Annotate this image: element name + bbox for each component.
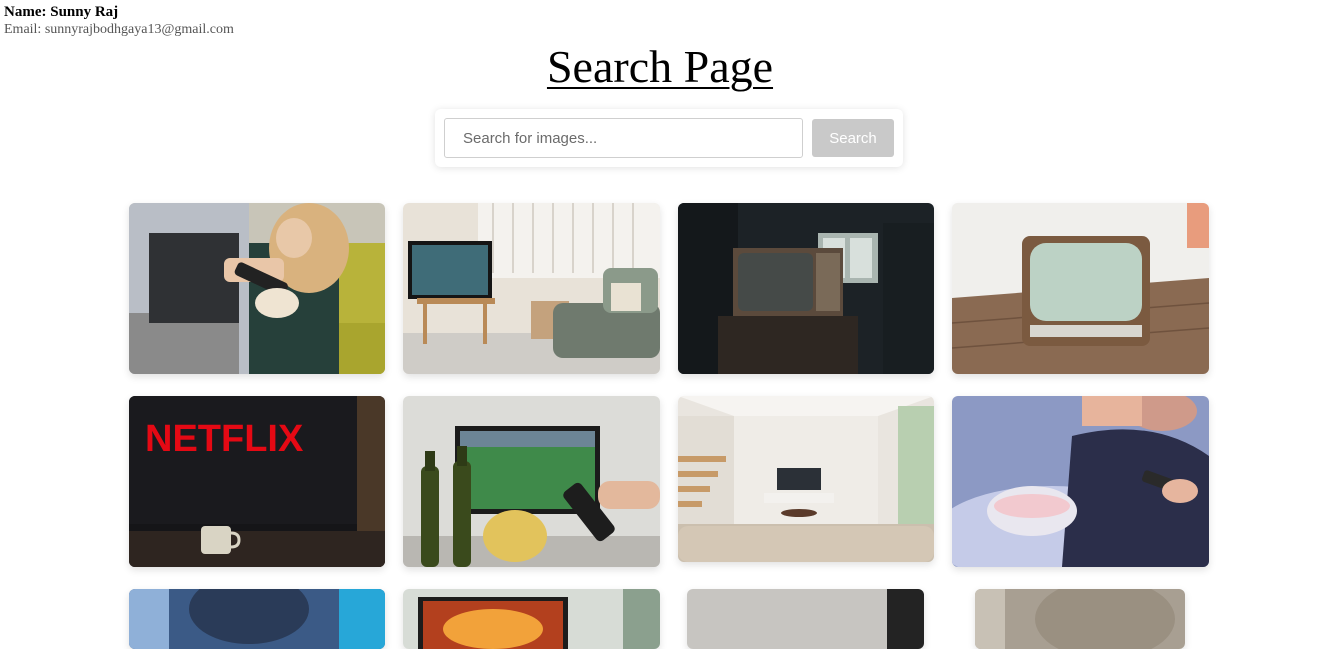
result-image	[129, 589, 385, 649]
image-card[interactable]	[678, 396, 934, 562]
image-card[interactable]	[687, 589, 924, 649]
result-image	[975, 589, 1185, 649]
image-card[interactable]	[975, 589, 1185, 649]
result-image: NETFLIX	[129, 396, 385, 567]
user-email: Email: sunnyrajbodhgaya13@gmail.com	[4, 22, 234, 37]
result-image	[403, 589, 660, 649]
result-image	[952, 203, 1209, 374]
result-image	[403, 396, 660, 567]
image-card[interactable]	[129, 589, 385, 649]
result-image	[129, 203, 385, 374]
image-card[interactable]	[129, 203, 385, 374]
user-info: Name: Sunny Raj Email: sunnyrajbodhgaya1…	[4, 3, 234, 39]
image-card[interactable]	[403, 589, 660, 649]
image-card[interactable]	[952, 396, 1209, 567]
image-card[interactable]	[403, 203, 660, 374]
netflix-logo-text: NETFLIX	[145, 418, 304, 460]
search-bar: Search	[435, 109, 903, 167]
image-card[interactable]	[678, 203, 934, 374]
image-card[interactable]	[952, 203, 1209, 374]
result-image	[952, 396, 1209, 567]
result-image	[678, 396, 934, 562]
result-image	[403, 203, 660, 374]
search-input[interactable]	[444, 118, 803, 158]
search-button[interactable]: Search	[812, 119, 894, 157]
result-image	[687, 589, 924, 649]
user-name: Name: Sunny Raj	[4, 4, 119, 20]
image-card[interactable]: NETFLIX	[129, 396, 385, 567]
result-image	[678, 203, 934, 374]
image-card[interactable]	[403, 396, 660, 567]
page-title: Search Page	[546, 41, 774, 92]
